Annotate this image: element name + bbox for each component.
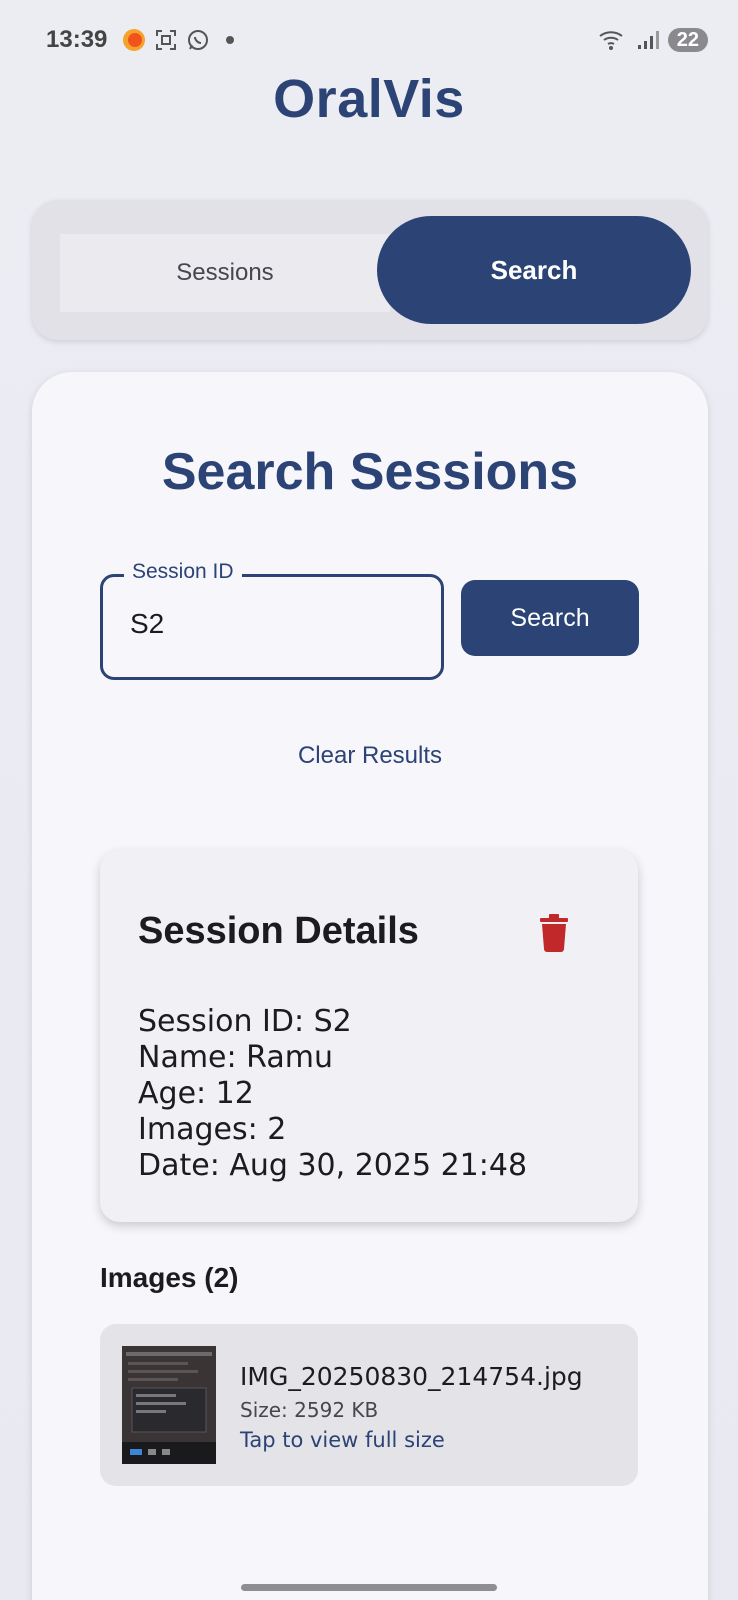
app-title: OralVis <box>273 69 465 129</box>
view-full-size-link[interactable]: Tap to view full size <box>240 1428 445 1452</box>
detail-images: Images: 2 <box>138 1112 287 1147</box>
detail-age: Age: 12 <box>138 1076 254 1111</box>
wifi-icon <box>599 31 623 50</box>
dot-icon <box>226 36 234 44</box>
signal-icon <box>637 31 659 49</box>
session-details-list: Session ID: S2 Name: Ramu Age: 12 Images… <box>138 1004 527 1184</box>
battery-icon: 22 <box>667 28 708 52</box>
tab-search[interactable]: Search <box>377 216 691 324</box>
images-heading: Images (2) <box>100 1262 239 1293</box>
screenshot-icon <box>156 30 176 50</box>
status-time: 13:39 <box>46 26 108 53</box>
image-file-name: IMG_20250830_214754.jpg <box>240 1362 583 1391</box>
search-button[interactable]: Search <box>461 580 639 656</box>
status-icons-right: 22 <box>598 28 708 52</box>
home-indicator[interactable] <box>241 1584 497 1591</box>
tab-sessions[interactable]: Sessions <box>60 234 390 312</box>
image-file-size: Size: 2592 KB <box>240 1398 379 1422</box>
image-thumbnail[interactable] <box>122 1346 216 1464</box>
delete-icon[interactable] <box>538 914 570 952</box>
page-title: Search Sessions <box>161 443 579 501</box>
detail-name: Name: Ramu <box>138 1040 333 1075</box>
clear-results-button[interactable]: Clear Results <box>32 742 708 770</box>
session-id-label: Session ID <box>124 560 242 584</box>
thumbnail-graphic <box>122 1346 216 1464</box>
notification-orange-icon <box>123 29 145 51</box>
detail-session-id: Session ID: S2 <box>138 1004 352 1039</box>
status-icons-left <box>122 28 234 52</box>
whatsapp-icon <box>188 30 208 50</box>
session-details-title: Session Details <box>138 910 419 952</box>
session-id-input[interactable]: S2 <box>130 608 164 640</box>
detail-date: Date: Aug 30, 2025 21:48 <box>138 1148 528 1183</box>
